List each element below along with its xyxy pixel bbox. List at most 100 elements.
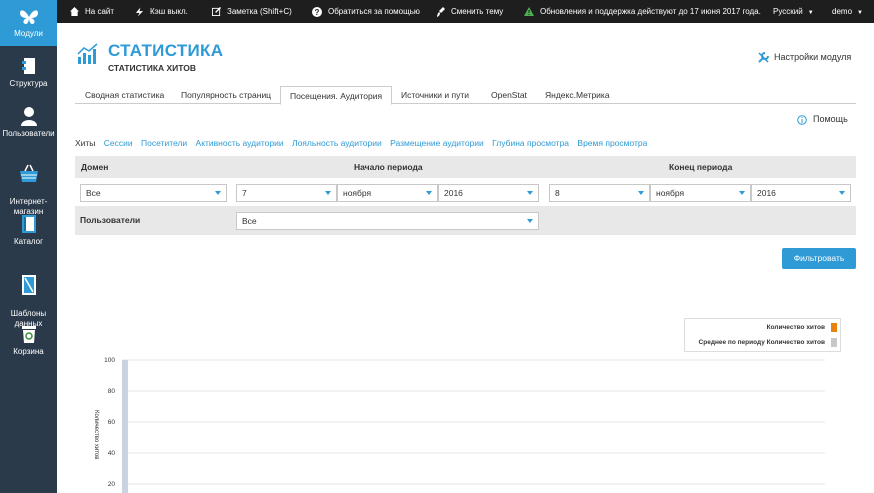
tab-openstat[interactable]: OpenStat	[482, 86, 536, 104]
user-icon	[20, 107, 37, 126]
sidebar-item-label: Пользователи	[2, 129, 55, 138]
chevron-down-icon: ▼	[807, 10, 814, 16]
sidebar-item-modules[interactable]: Модули	[0, 0, 57, 46]
chart-grid	[122, 359, 825, 485]
end-month-select[interactable]: ноября	[650, 184, 751, 202]
info-icon	[797, 114, 807, 125]
updates-label: Обновления и поддержка действуют до 17 и…	[540, 7, 761, 16]
start-day-value: 7	[242, 188, 247, 198]
domain-value: Все	[86, 188, 101, 198]
chart-bar-area	[122, 360, 128, 493]
warning-icon	[524, 7, 534, 17]
end-year-value: 2016	[757, 188, 776, 198]
chevron-down-icon	[215, 191, 221, 195]
module-settings-link[interactable]: Настройки модуля	[758, 52, 851, 63]
chevron-down-icon	[426, 191, 432, 195]
end-day-value: 8	[555, 188, 560, 198]
note-label: Заметка (Shift+C)	[227, 7, 292, 16]
book-icon	[21, 215, 36, 233]
help-request-link[interactable]: ? Обратиться за помощью	[312, 0, 420, 23]
filter-button[interactable]: Фильтровать	[782, 248, 856, 269]
legend-swatch	[831, 338, 837, 347]
home-icon	[70, 7, 79, 17]
sidebar-item-label: Каталог	[13, 237, 44, 246]
edit-icon	[212, 7, 221, 17]
tab-popularity[interactable]: Популярность страниц	[172, 86, 280, 104]
chevron-down-icon: ▼	[857, 10, 863, 16]
updates-notice[interactable]: Обновления и поддержка действуют до 17 и…	[524, 0, 761, 23]
chevron-down-icon	[325, 191, 331, 195]
sidebar: Модули Структура Пользователи Интернет- …	[0, 0, 57, 493]
legend-label: Количество хитов	[766, 324, 825, 331]
to-site-link[interactable]: На сайт	[70, 0, 114, 23]
end-period-header: Конец периода	[669, 162, 733, 172]
user-menu[interactable]: demo ▼	[832, 0, 863, 23]
end-year-select[interactable]: 2016	[751, 184, 851, 202]
tab-summary[interactable]: Сводная статистика	[76, 86, 173, 104]
sidebar-item-label: Корзина	[13, 347, 44, 356]
sidebar-item-label: Модули	[14, 29, 43, 38]
subnav-time[interactable]: Время просмотра	[577, 138, 647, 148]
chevron-down-icon	[638, 191, 644, 195]
subnav-depth[interactable]: Глубина просмотра	[492, 138, 569, 148]
y-tick-label: 60	[108, 419, 116, 426]
start-month-value: ноября	[343, 188, 372, 198]
trash-icon	[21, 326, 36, 343]
sidebar-item-trash[interactable]: Корзина	[0, 324, 57, 364]
sidebar-item-structure[interactable]: Структура	[0, 56, 57, 96]
wrench-icon	[758, 52, 769, 63]
note-link[interactable]: Заметка (Shift+C)	[212, 0, 292, 23]
tab-yandex-metrika[interactable]: Яндекс.Метрика	[536, 86, 619, 104]
y-tick-label: 40	[108, 450, 116, 457]
to-site-label: На сайт	[85, 7, 115, 16]
change-theme-link[interactable]: Сменить тему	[437, 0, 503, 23]
start-period-header: Начало периода	[354, 162, 423, 172]
sidebar-item-templates[interactable]: Шаблоны данных	[0, 264, 57, 328]
subnav-sessions[interactable]: Сессии	[104, 138, 133, 148]
start-day-select[interactable]: 7	[236, 184, 337, 202]
domain-select[interactable]: Все	[80, 184, 227, 202]
butterfly-icon	[19, 10, 38, 24]
users-select[interactable]: Все	[236, 212, 539, 230]
statistics-icon	[77, 43, 98, 64]
y-tick-label: 100	[104, 357, 115, 364]
help-link[interactable]: Помощь	[797, 114, 848, 125]
subnav-visitors[interactable]: Посетители	[141, 138, 187, 148]
lightning-icon	[135, 7, 144, 17]
tab-sources[interactable]: Источники и пути	[392, 86, 478, 104]
legend-swatch	[831, 323, 837, 332]
tab-visits-audience[interactable]: Посещения. Аудитория	[280, 86, 393, 105]
users-value: Все	[242, 216, 257, 226]
chart-legend: Количество хитов Среднее по периоду Коли…	[684, 318, 841, 352]
tab-bar: Сводная статистика Популярность страниц …	[75, 86, 856, 105]
subnav-placement[interactable]: Размещение аудитории	[390, 138, 484, 148]
subnav-hits[interactable]: Хиты	[75, 138, 95, 148]
language-select[interactable]: Русский ▼	[773, 0, 814, 23]
sidebar-item-users[interactable]: Пользователи	[0, 106, 57, 146]
start-month-select[interactable]: ноября	[337, 184, 438, 202]
subnav-activity[interactable]: Активность аудитории	[196, 138, 284, 148]
help-request-label: Обратиться за помощью	[328, 7, 420, 16]
page-title: СТАТИСТИКА	[108, 41, 224, 60]
change-theme-label: Сменить тему	[451, 7, 504, 16]
cache-toggle[interactable]: Кэш выкл.	[135, 0, 188, 23]
start-year-select[interactable]: 2016	[438, 184, 539, 202]
users-label: Пользователи	[80, 215, 141, 225]
template-icon	[21, 275, 36, 295]
end-day-select[interactable]: 8	[549, 184, 650, 202]
chevron-down-icon	[739, 191, 745, 195]
page-subtitle: СТАТИСТИКА ХИТОВ	[108, 63, 197, 73]
legend-label: Среднее по периоду Количество хитов	[698, 339, 825, 346]
user-label: demo	[832, 7, 853, 16]
report-subnav: Хиты Сессии Посетители Активность аудито…	[75, 138, 653, 150]
svg-text:?: ?	[315, 8, 320, 17]
subnav-loyalty[interactable]: Лояльность аудитории	[292, 138, 382, 148]
sidebar-item-catalog[interactable]: Каталог	[0, 214, 57, 254]
domain-header: Домен	[81, 162, 109, 172]
sidebar-item-label: Структура	[9, 79, 48, 88]
structure-icon	[21, 58, 35, 74]
module-settings-label: Настройки модуля	[774, 52, 852, 62]
sidebar-item-shop[interactable]: Интернет- магазин	[0, 154, 57, 216]
start-year-value: 2016	[444, 188, 463, 198]
brush-icon	[437, 6, 445, 17]
